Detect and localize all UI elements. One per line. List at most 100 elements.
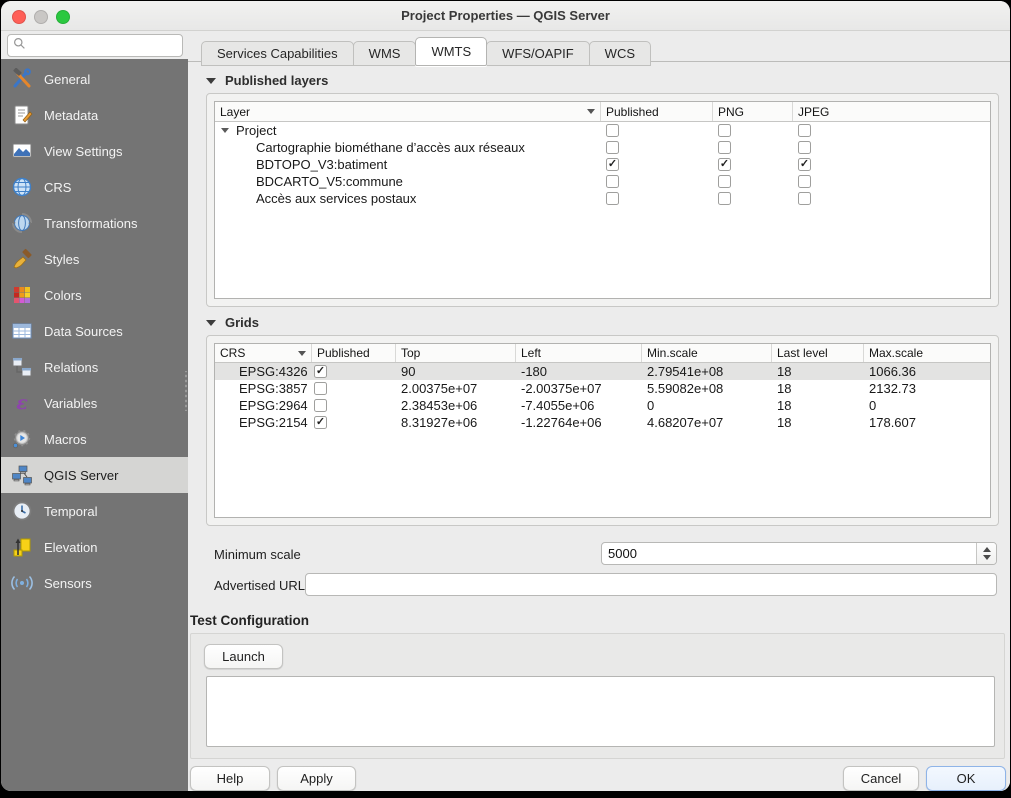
sidebar-item-data-sources[interactable]: Data Sources [1, 313, 188, 349]
search-input[interactable] [30, 38, 182, 54]
column-header-top[interactable]: Top [396, 344, 516, 362]
published-checkbox[interactable]: ✓ [314, 416, 327, 429]
sidebar-item-colors[interactable]: Colors [1, 277, 188, 313]
column-header-max-scale[interactable]: Max.scale [864, 344, 990, 362]
wmts-tab-panel: Published layers Layer Published PNG JPE… [188, 61, 1010, 791]
spin-down-icon[interactable] [983, 555, 991, 560]
minimize-window-button[interactable] [34, 10, 48, 24]
close-window-button[interactable] [12, 10, 26, 24]
spin-up-icon[interactable] [983, 547, 991, 552]
elevation-icon [10, 536, 33, 559]
sidebar-item-crs[interactable]: CRS [1, 169, 188, 205]
table-row[interactable]: EPSG:4326 ✓ 90 -180 2.79541e+08 18 1066.… [215, 363, 990, 380]
tab-wfs-oapif[interactable]: WFS/OAPIF [486, 41, 590, 66]
png-checkbox[interactable] [718, 141, 731, 154]
sidebar-item-variables[interactable]: εVariables [1, 385, 188, 421]
table-row[interactable]: BDCARTO_V5:commune [215, 173, 990, 190]
search-field[interactable] [7, 34, 183, 57]
table-row[interactable]: EPSG:2964 2.38453e+06 -7.4055e+06 0 18 0 [215, 397, 990, 414]
sidebar-item-styles[interactable]: Styles [1, 241, 188, 277]
published-checkbox[interactable]: ✓ [314, 365, 327, 378]
layer-name: Accès aux services postaux [256, 191, 416, 206]
published-checkbox[interactable] [314, 382, 327, 395]
jpeg-checkbox[interactable]: ✓ [798, 158, 811, 171]
advertised-url-input[interactable] [305, 573, 997, 596]
sidebar-item-sensors[interactable]: Sensors [1, 565, 188, 601]
grids-section-header[interactable]: Grids [206, 315, 259, 330]
tab-bar: Services Capabilities WMS WMTS WFS/OAPIF… [201, 37, 650, 66]
jpeg-checkbox[interactable] [798, 192, 811, 205]
tab-wmts[interactable]: WMTS [415, 37, 487, 66]
help-button[interactable]: Help [190, 766, 270, 791]
published-checkbox[interactable] [606, 141, 619, 154]
collapse-section-icon[interactable] [206, 320, 216, 326]
tab-wcs[interactable]: WCS [589, 41, 651, 66]
launch-button[interactable]: Launch [204, 644, 283, 669]
sidebar-item-label: QGIS Server [44, 468, 118, 483]
sidebar-item-label: Relations [44, 360, 98, 375]
published-checkbox[interactable] [314, 399, 327, 412]
published-layers-table: Layer Published PNG JPEG Project [214, 101, 991, 299]
sidebar-item-label: CRS [44, 180, 71, 195]
sidebar-item-elevation[interactable]: Elevation [1, 529, 188, 565]
collapse-icon[interactable] [221, 128, 229, 133]
cancel-button[interactable]: Cancel [843, 766, 919, 791]
column-header-min-scale[interactable]: Min.scale [642, 344, 772, 362]
sidebar-item-temporal[interactable]: Temporal [1, 493, 188, 529]
column-header-layer[interactable]: Layer [215, 102, 601, 121]
sidebar-search-area [1, 31, 188, 59]
published-checkbox[interactable] [606, 124, 619, 137]
table-row[interactable]: EPSG:3857 2.00375e+07 -2.00375e+07 5.590… [215, 380, 990, 397]
png-checkbox[interactable] [718, 175, 731, 188]
test-output-textarea[interactable] [206, 676, 995, 747]
test-configuration-heading: Test Configuration [190, 613, 309, 628]
advertised-url-label: Advertised URL [214, 578, 305, 593]
zoom-window-button[interactable] [56, 10, 70, 24]
table-row[interactable]: Cartographie biométhane d’accès aux rése… [215, 139, 990, 156]
tools-icon [10, 68, 33, 91]
png-checkbox[interactable] [718, 124, 731, 137]
window-title: Project Properties — QGIS Server [401, 8, 610, 23]
sidebar-item-metadata[interactable]: Metadata [1, 97, 188, 133]
column-header-jpeg[interactable]: JPEG [793, 102, 990, 121]
published-checkbox[interactable] [606, 192, 619, 205]
sidebar-item-qgis-server[interactable]: QGIS Server [1, 457, 188, 493]
table-row[interactable]: Accès aux services postaux [215, 190, 990, 207]
epsilon-icon: ε [10, 392, 33, 415]
table-row[interactable]: BDTOPO_V3:batiment ✓ ✓ ✓ [215, 156, 990, 173]
clock-icon [10, 500, 33, 523]
column-header-last-level[interactable]: Last level [772, 344, 864, 362]
apply-button[interactable]: Apply [277, 766, 356, 791]
ok-button[interactable]: OK [926, 766, 1006, 791]
svg-text:ε: ε [16, 392, 28, 414]
jpeg-checkbox[interactable] [798, 175, 811, 188]
jpeg-checkbox[interactable] [798, 141, 811, 154]
column-header-published[interactable]: Published [601, 102, 713, 121]
column-header-published[interactable]: Published [312, 344, 396, 362]
png-checkbox[interactable]: ✓ [718, 158, 731, 171]
jpeg-checkbox[interactable] [798, 124, 811, 137]
tab-wms[interactable]: WMS [353, 41, 417, 66]
sidebar-item-macros[interactable]: Macros [1, 421, 188, 457]
column-header-left[interactable]: Left [516, 344, 642, 362]
table-row[interactable]: Project [215, 122, 990, 139]
sidebar-item-general[interactable]: General [1, 61, 188, 97]
published-layers-section-header[interactable]: Published layers [206, 73, 328, 88]
sidebar-item-label: Styles [44, 252, 79, 267]
collapse-section-icon[interactable] [206, 78, 216, 84]
table-row[interactable]: EPSG:2154 ✓ 8.31927e+06 -1.22764e+06 4.6… [215, 414, 990, 431]
png-checkbox[interactable] [718, 192, 731, 205]
metadata-icon [10, 104, 33, 127]
column-header-png[interactable]: PNG [713, 102, 793, 121]
sidebar-item-relations[interactable]: Relations [1, 349, 188, 385]
sidebar-item-transformations[interactable]: Transformations [1, 205, 188, 241]
published-checkbox[interactable] [606, 175, 619, 188]
sidebar-item-label: General [44, 72, 90, 87]
column-header-crs[interactable]: CRS [215, 344, 312, 362]
minimum-scale-input[interactable] [602, 543, 976, 564]
sidebar-item-view-settings[interactable]: View Settings [1, 133, 188, 169]
grids-groupbox: CRS Published Top Left Min.scale Last le… [206, 335, 999, 526]
tab-services-capabilities[interactable]: Services Capabilities [201, 41, 354, 66]
published-checkbox[interactable]: ✓ [606, 158, 619, 171]
test-configuration-panel: Launch [190, 633, 1005, 759]
